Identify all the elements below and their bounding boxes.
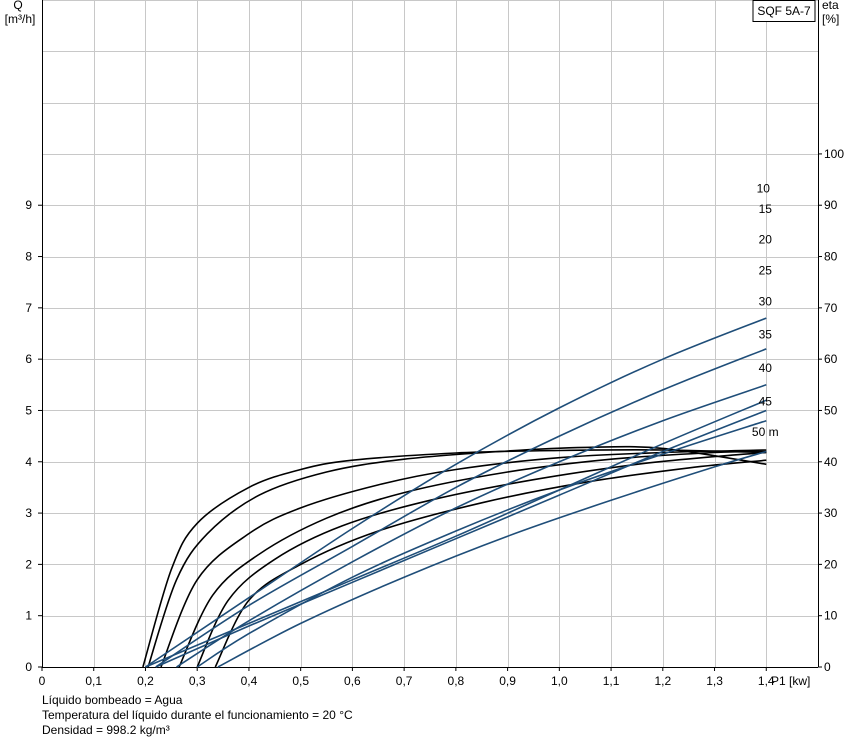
flow-curve <box>217 450 767 668</box>
x-tick-label: 1,0 <box>551 674 568 688</box>
head-labels: 10 15 20 25 30 35 40 45 50 m <box>752 181 779 439</box>
y-right-tick-label: 50 <box>824 403 838 417</box>
x-tick-label: 0,8 <box>448 674 465 688</box>
note-density: Densidad = 998.2 kg/m³ <box>42 723 170 737</box>
y-left-tick-label: 7 <box>25 301 32 315</box>
y-left-tick-label: 6 <box>25 352 32 366</box>
head-label: 45 <box>759 394 773 408</box>
y-left-tick-label: 9 <box>25 198 32 212</box>
y-left-tick-label: 0 <box>25 660 32 674</box>
note-temperature: Temperatura del líquido durante el funci… <box>42 708 353 722</box>
y-right-tick-label: 20 <box>824 557 838 571</box>
y-left-tick-label: 8 <box>25 250 32 264</box>
head-label: 15 <box>759 202 773 216</box>
head-label: 20 <box>759 233 773 247</box>
head-label: 40 <box>759 361 773 375</box>
x-tick-label: 1,1 <box>603 674 620 688</box>
x-tick-label: 1,2 <box>654 674 671 688</box>
y-right-tick-label: 10 <box>824 609 838 623</box>
head-label: 10 <box>757 181 771 195</box>
x-tick-label: 0,9 <box>499 674 516 688</box>
head-label: 25 <box>759 263 773 277</box>
x-tick-label: 1,3 <box>706 674 723 688</box>
y-right-tick-label: 60 <box>824 352 838 366</box>
x-tick-label: 0,1 <box>85 674 102 688</box>
efficiency-curve <box>142 449 767 668</box>
y-left-tick-label: 2 <box>25 557 32 571</box>
y-right-tick-label: 80 <box>824 250 838 264</box>
x-tick-label: 0,6 <box>344 674 361 688</box>
y-left-tick-label: 5 <box>25 403 32 417</box>
y-right-title-line1: eta <box>822 0 839 12</box>
y-right-title-line2: [%] <box>822 12 839 26</box>
y-left-title-line1: Q <box>13 0 22 12</box>
conditions-notes: Líquido bombeado = Agua Temperatura del … <box>42 693 353 738</box>
flow-curve <box>196 419 767 668</box>
head-label: 50 m <box>752 425 779 439</box>
x-tick-label: 0,3 <box>189 674 206 688</box>
y-left-title-line2: [m³/h] <box>5 12 36 26</box>
head-label: 30 <box>759 294 773 308</box>
note-liquid: Líquido bombeado = Agua <box>42 693 183 707</box>
y-left-tick-label: 1 <box>25 609 32 623</box>
x-tick-label: 0,7 <box>396 674 413 688</box>
y-right-tick-label: 100 <box>824 147 844 161</box>
y-right-tick-label: 70 <box>824 301 838 315</box>
y-right-tick-label: 40 <box>824 455 838 469</box>
chart-title: SQF 5A-7 <box>757 4 811 18</box>
x-axis-title: P1 [kw] <box>771 674 810 688</box>
x-tick-label: 0,5 <box>292 674 309 688</box>
y-left-tick-label: 3 <box>25 506 32 520</box>
performance-chart: 0 0,1 0,2 0,3 0,4 0,5 0,6 0,7 0,8 0,9 1,0 1,1 1,2 1,3… <box>5 0 844 688</box>
y-left-tick-label: 4 <box>25 455 32 469</box>
x-tick-label: 0,4 <box>241 674 258 688</box>
x-tick-label: 0,2 <box>137 674 154 688</box>
head-label: 35 <box>759 328 773 342</box>
efficiency-curve <box>178 450 767 668</box>
y-right-tick-label: 0 <box>824 660 831 674</box>
x-tick-label: 0 <box>39 674 46 688</box>
y-right-tick-label: 90 <box>824 198 838 212</box>
y-right-tick-label: 30 <box>824 506 838 520</box>
